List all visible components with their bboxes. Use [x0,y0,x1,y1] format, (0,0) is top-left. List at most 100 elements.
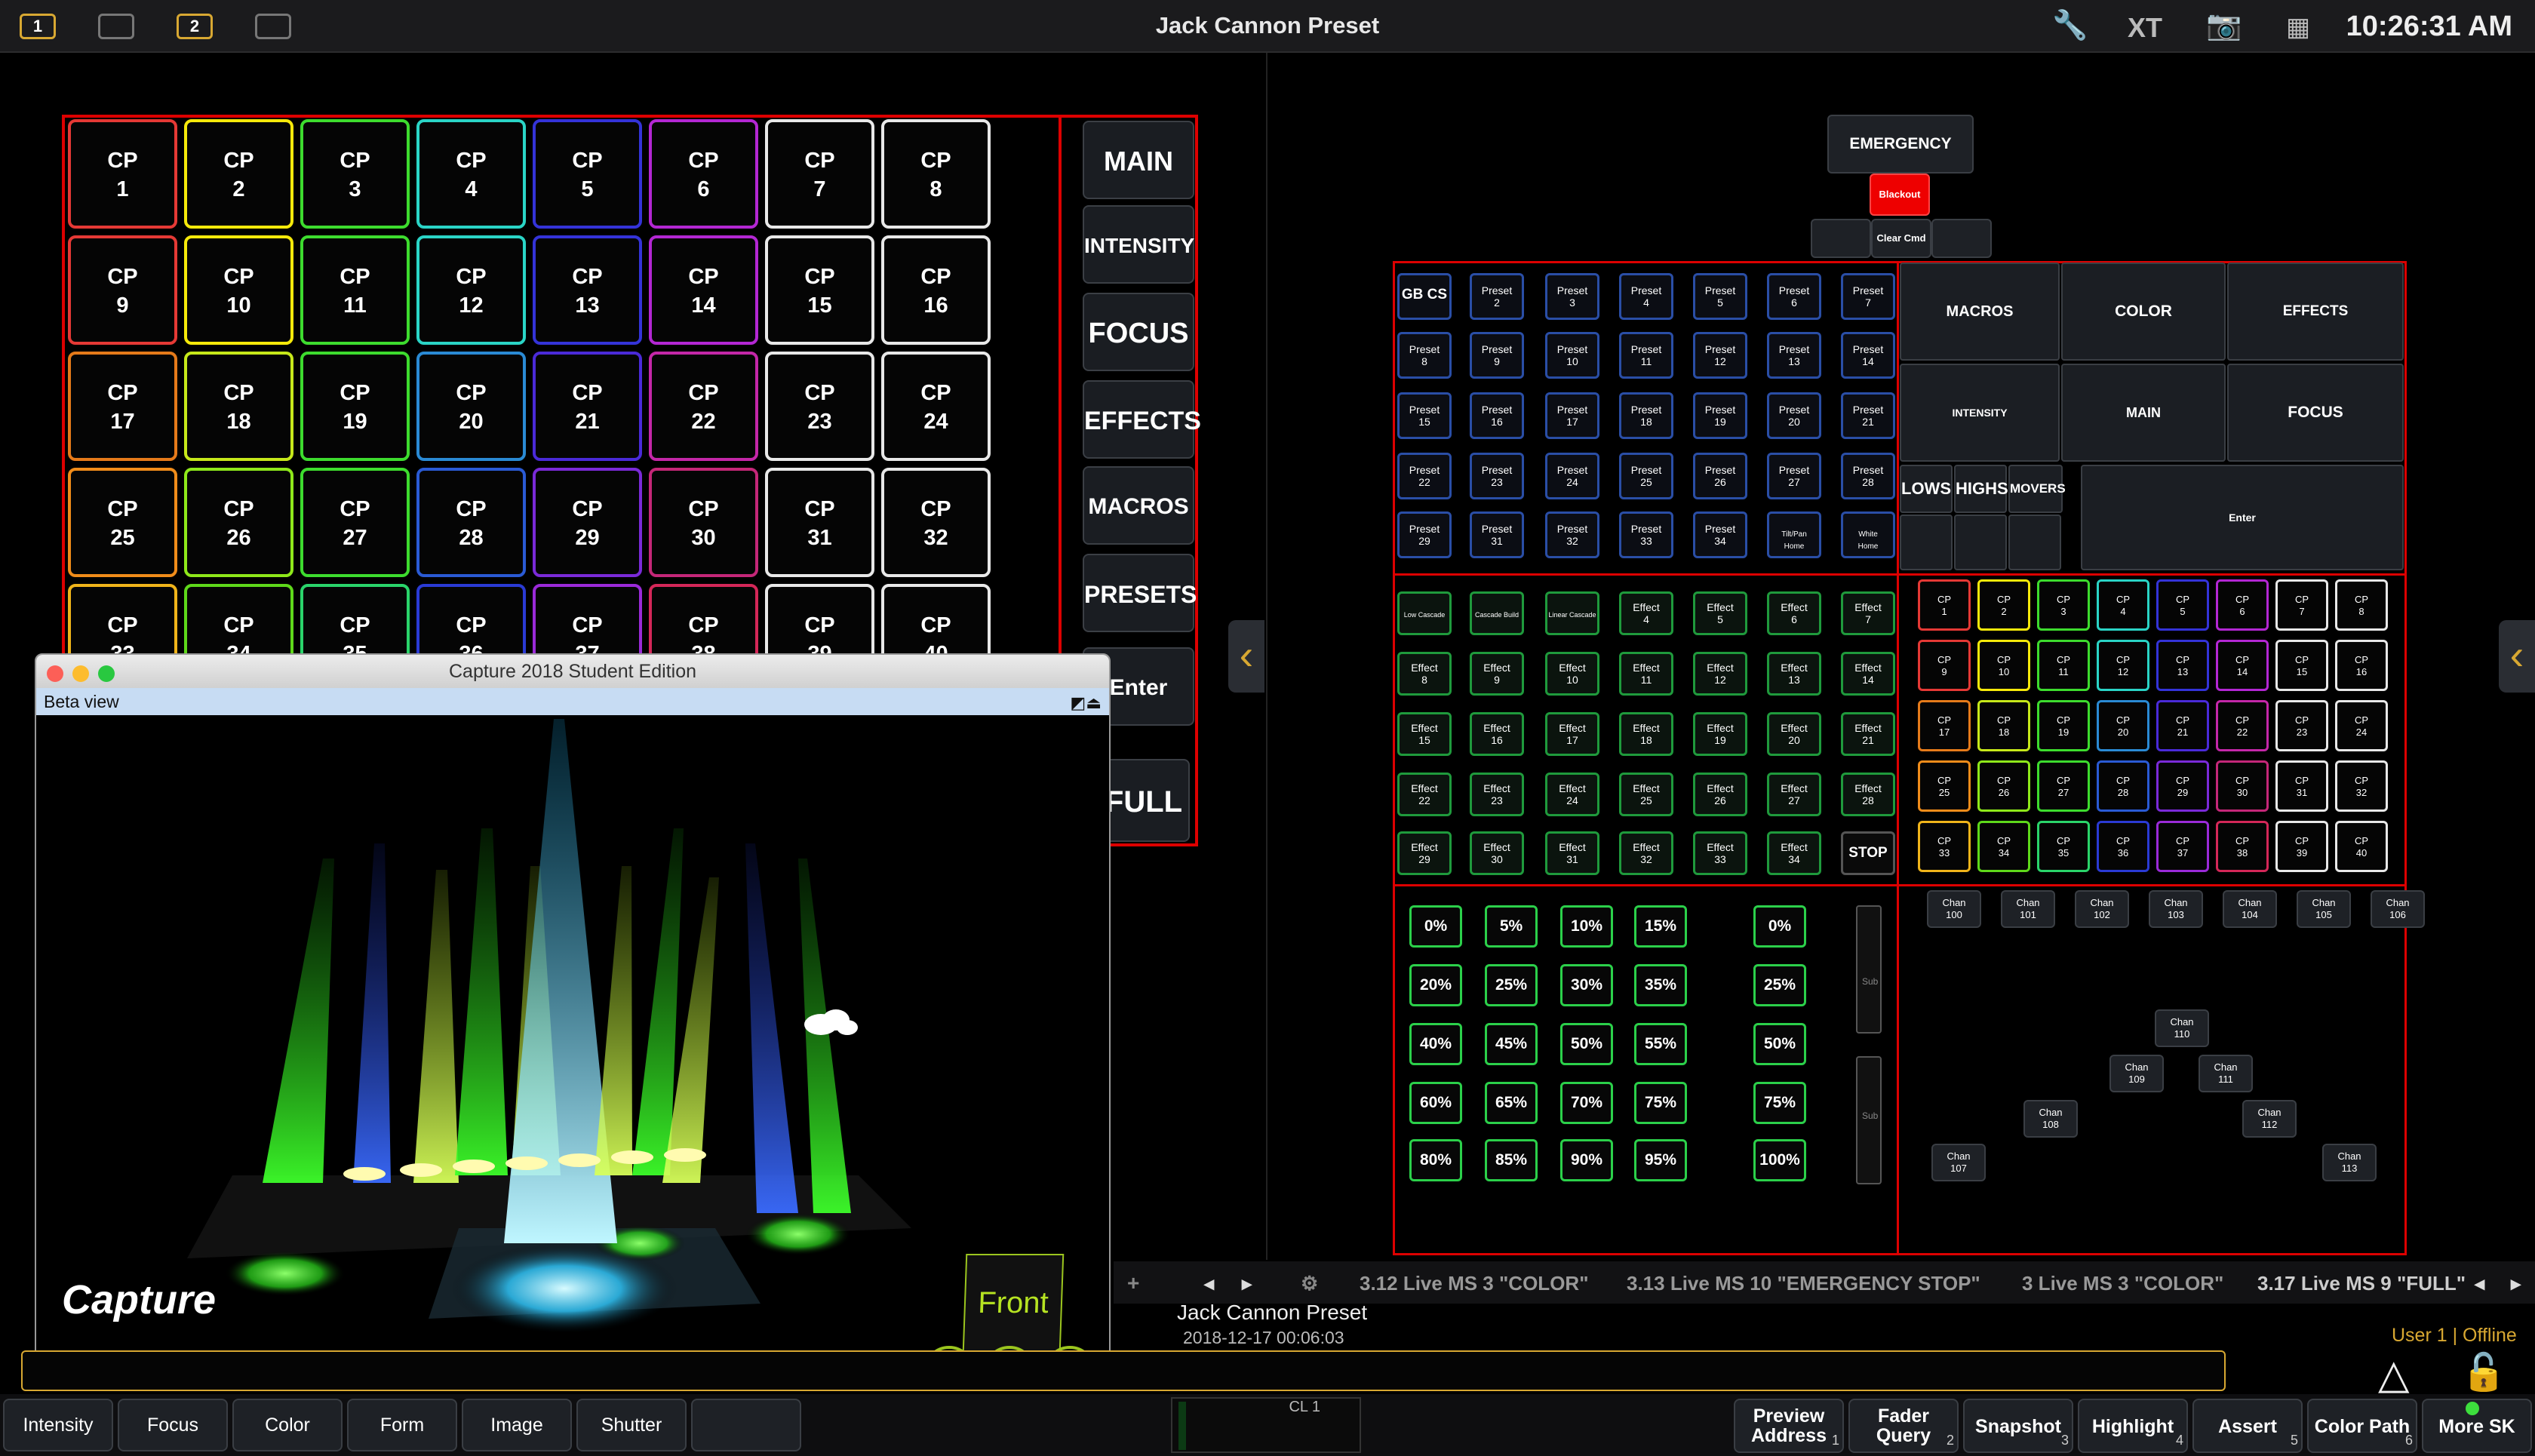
level-button[interactable]: 45% [1485,1023,1538,1065]
color-palette-button[interactable]: CP 6 [649,119,758,229]
effect-button[interactable]: Effect 7 [1841,591,1895,635]
effect-button[interactable]: Effect 12 [1693,652,1747,696]
preset-button[interactable]: Preset 32 [1545,511,1599,558]
level-button[interactable]: 40% [1409,1023,1462,1065]
preset-button[interactable]: GB CS [1397,273,1452,320]
level-button-b[interactable]: 100% [1753,1139,1806,1181]
channel-button[interactable]: Chan 103 [2149,890,2203,928]
level-button[interactable]: 15% [1634,905,1687,948]
effect-button[interactable]: Effect 8 [1397,652,1452,696]
mini-cp-button[interactable]: CP 10 [1977,640,2030,691]
mini-cp-button[interactable]: CP 25 [1918,760,1971,812]
effect-button[interactable]: Effect 21 [1841,712,1895,756]
mini-cp-button[interactable]: CP 31 [2275,760,2328,812]
mini-cp-button[interactable]: CP 17 [1918,700,1971,751]
nav-focus-button[interactable]: FOCUS [2227,364,2404,462]
channel-button[interactable]: Chan 110 [2155,1009,2209,1047]
mini-cp-button[interactable]: CP 16 [2335,640,2388,691]
preset-button[interactable]: Preset 16 [1470,392,1524,439]
tab-3-17[interactable]: 3.17 Live MS 9 "FULL" [2257,1267,2466,1299]
color-palette-button[interactable]: CP 29 [533,468,642,577]
softkey-color-path[interactable]: Color Path 6 [2307,1399,2417,1453]
effect-button[interactable]: Effect 5 [1693,591,1747,635]
collapse-left-arrow-icon[interactable]: ‹ [1228,620,1264,693]
effect-button[interactable]: Effect 34 [1767,831,1821,875]
channel-button[interactable]: Chan 101 [2001,890,2055,928]
color-palette-button[interactable]: CP 21 [533,352,642,461]
mini-cp-button[interactable]: CP 14 [2216,640,2269,691]
effect-button[interactable]: Effect 31 [1545,831,1599,875]
nav-enter-button[interactable]: Enter [2081,465,2404,570]
effect-button[interactable]: Effect 16 [1470,712,1524,756]
effect-button[interactable]: Effect 6 [1767,591,1821,635]
softkey-highlight[interactable]: Highlight 4 [2078,1399,2188,1453]
color-palette-button[interactable]: CP 5 [533,119,642,229]
channel-button[interactable]: Chan 104 [2223,890,2277,928]
softkey-snapshot[interactable]: Snapshot 3 [1963,1399,2073,1453]
command-line[interactable] [21,1350,2226,1391]
color-palette-button[interactable]: CP 28 [416,468,526,577]
preset-button[interactable]: Preset 28 [1841,453,1895,499]
effect-button[interactable]: Effect 33 [1693,831,1747,875]
color-palette-button[interactable]: CP 27 [300,468,410,577]
preset-button[interactable]: Preset 19 [1693,392,1747,439]
blank-nav-button[interactable] [1900,515,1953,570]
effect-button[interactable]: Effect 25 [1619,773,1673,816]
effect-button[interactable]: Effect 9 [1470,652,1524,696]
color-palette-button[interactable]: CP 31 [765,468,874,577]
level-button[interactable]: 90% [1560,1139,1613,1181]
level-button[interactable]: 5% [1485,905,1538,948]
blank-button[interactable] [1811,219,1871,258]
mini-cp-button[interactable]: CP 34 [1977,821,2030,872]
mini-cp-button[interactable]: CP 11 [2037,640,2090,691]
preset-button[interactable]: Preset 14 [1841,332,1895,379]
mini-cp-button[interactable]: CP 19 [2037,700,2090,751]
mini-cp-button[interactable]: CP 32 [2335,760,2388,812]
effect-button[interactable]: Effect 28 [1841,773,1895,816]
level-button[interactable]: 60% [1409,1082,1462,1124]
softkey-assert[interactable]: Assert 5 [2192,1399,2303,1453]
param-tab-blank[interactable] [691,1399,801,1451]
nav-movers-button[interactable]: MOVERS [2008,465,2066,513]
preset-button[interactable]: Preset 17 [1545,392,1599,439]
nav-intensity-button[interactable]: INTENSITY [1900,364,2060,462]
channel-button[interactable]: Chan 100 [1927,890,1981,928]
preset-button[interactable]: Preset 3 [1545,273,1599,320]
color-palette-button[interactable]: CP 13 [533,235,642,345]
color-palette-button[interactable]: CP 30 [649,468,758,577]
level-button-b[interactable]: 50% [1753,1023,1806,1065]
preset-button[interactable]: Preset 7 [1841,273,1895,320]
mini-cp-button[interactable]: CP 6 [2216,579,2269,631]
stop-effect-button[interactable]: STOP [1841,831,1895,875]
param-tab-focus[interactable]: Focus [118,1399,228,1451]
mini-cp-button[interactable]: CP 38 [2216,821,2269,872]
mini-cp-button[interactable]: CP 12 [2097,640,2149,691]
blank-button[interactable] [1931,219,1992,258]
effect-button[interactable]: Effect 30 [1470,831,1524,875]
nav-lows-button[interactable]: LOWS [1900,465,1953,513]
preset-button[interactable]: Preset 9 [1470,332,1524,379]
tab-prev-icon[interactable]: ◂ [1204,1267,1214,1299]
color-palette-button[interactable]: CP 32 [881,468,991,577]
warning-icon[interactable]: △ [2378,1350,2410,1398]
preset-button[interactable]: Preset 11 [1619,332,1673,379]
color-palette-button[interactable]: CP 3 [300,119,410,229]
color-palette-button[interactable]: CP 2 [184,119,293,229]
color-palette-button[interactable]: CP 23 [765,352,874,461]
tab-next-icon[interactable]: ▸ [1242,1267,1252,1299]
color-palette-button[interactable]: CP 26 [184,468,293,577]
color-palette-button[interactable]: CP 1 [68,119,177,229]
color-palette-button[interactable]: CP 4 [416,119,526,229]
mini-cp-button[interactable]: CP 15 [2275,640,2328,691]
unlock-icon[interactable]: 🔓 [2461,1350,2506,1393]
add-tab-icon[interactable]: + [1127,1267,1139,1299]
effect-button[interactable]: Low Cascade [1397,591,1452,635]
sidebar-presets-button[interactable]: PRESETS [1083,554,1197,632]
preset-button[interactable]: Preset 13 [1767,332,1821,379]
mini-cp-button[interactable]: CP 35 [2037,821,2090,872]
param-tab-image[interactable]: Image [462,1399,572,1451]
nav-macros-button[interactable]: MACROS [1900,263,2060,361]
param-tab-shutter[interactable]: Shutter [576,1399,687,1451]
preset-button[interactable]: Preset 5 [1693,273,1747,320]
color-palette-button[interactable]: CP 18 [184,352,293,461]
